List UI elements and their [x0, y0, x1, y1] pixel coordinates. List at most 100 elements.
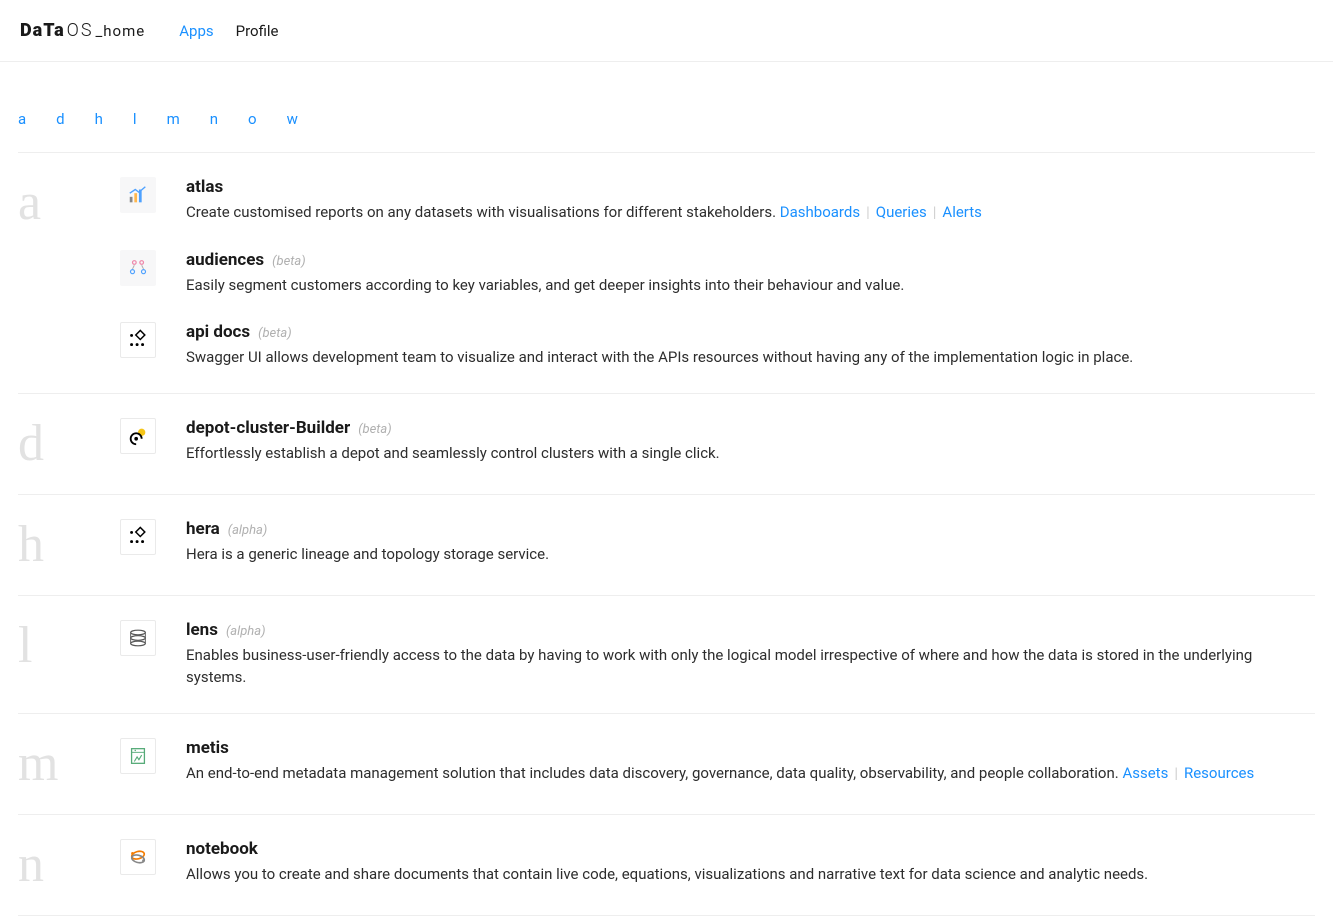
app-title: notebook [186, 839, 258, 859]
app-title: metis [186, 738, 229, 758]
apidocs-icon [120, 322, 156, 358]
section-d: d depot-cluster-Builder (beta) Effortlessly… [18, 394, 1315, 495]
section-apps: depot-cluster-Builder (beta) Effortlessly … [120, 418, 1315, 470]
letter-nav-l[interactable]: l [133, 110, 137, 128]
app-desc-text: Enables business-user-friendly access to… [186, 646, 1252, 687]
app-title: depot-cluster-Builder [186, 418, 350, 438]
section-m: mmetisAn end-to-end metadata management … [18, 714, 1315, 815]
letter-nav: adhlmnow [18, 62, 1315, 153]
app-body: audiences (beta) Easily segment customers … [186, 250, 1315, 297]
app-row-api-docs[interactable]: api docs(beta) Swagger UI allows developm… [120, 322, 1315, 369]
app-desc-text: Allows you to create and share documents… [186, 865, 1148, 883]
depot-icon [120, 418, 156, 454]
logo-thin: OS [67, 20, 94, 41]
app-title-line: api docs(beta) [186, 322, 1315, 342]
app-row-lens[interactable]: lens (alpha) Enables business-user-friendl… [120, 620, 1315, 689]
section-letter: l [18, 620, 120, 689]
link-sep: | [1174, 764, 1178, 782]
app-link-assets[interactable]: Assets [1122, 764, 1168, 782]
section-apps: notebook Allows you to create and share d… [120, 839, 1315, 891]
app-desc: Allows you to create and share documents… [186, 863, 1315, 886]
app-desc: Effortlessly establish a depot and seaml… [186, 442, 1315, 465]
atlas-icon [120, 177, 156, 213]
section-apps: lens (alpha) Enables business-user-friendl… [120, 620, 1315, 689]
section-apps: hera (alpha) Hera is a generic lineage and… [120, 519, 1315, 571]
app-row-hera[interactable]: hera (alpha) Hera is a generic lineage and… [120, 519, 1315, 566]
app-desc: An end-to-end metadata management soluti… [186, 762, 1315, 785]
app-row-depot-cluster-Builder[interactable]: depot-cluster-Builder (beta) Effortlessly … [120, 418, 1315, 465]
app-title: lens [186, 620, 218, 640]
hera-icon [120, 519, 156, 555]
app-tag: (beta) [358, 422, 391, 437]
app-row-atlas[interactable]: atlas Create customised reports on any da… [120, 177, 1315, 224]
link-sep: | [933, 203, 937, 221]
app-title-line: hera (alpha) [186, 519, 1315, 539]
notebook-icon [120, 839, 156, 875]
app-desc-text: Hera is a generic lineage and topology s… [186, 545, 549, 563]
app-links: Assets | Resources [1122, 764, 1254, 782]
app-desc: Easily segment customers according to ke… [186, 274, 1315, 297]
letter-nav-h[interactable]: h [95, 110, 103, 128]
app-link-resources[interactable]: Resources [1184, 764, 1254, 782]
app-body: notebook Allows you to create and share d… [186, 839, 1315, 886]
header: DaTaOS _home Apps Profile [0, 0, 1333, 62]
section-n: nnotebookAllows you to create and share … [18, 815, 1315, 916]
app-body: hera (alpha) Hera is a generic lineage and… [186, 519, 1315, 566]
app-title-line: notebook [186, 839, 1315, 859]
app-desc: Enables business-user-friendly access to… [186, 644, 1315, 689]
app-tag: (beta) [272, 254, 305, 269]
app-desc: Create customised reports on any dataset… [186, 201, 1315, 224]
section-apps: atlas Create customised reports on any da… [120, 177, 1315, 369]
logo-bold: DaTa [20, 20, 65, 41]
app-link-dashboards[interactable]: Dashboards [780, 203, 860, 221]
section-l: l lens (alpha) Enables business-user-friend… [18, 596, 1315, 714]
link-sep: | [866, 203, 870, 221]
top-nav: Apps Profile [179, 22, 278, 40]
app-body: lens (alpha) Enables business-user-friendl… [186, 620, 1315, 689]
app-desc-text: An end-to-end metadata management soluti… [186, 764, 1119, 782]
metis-icon [120, 738, 156, 774]
letter-nav-w[interactable]: w [287, 110, 298, 128]
app-link-queries[interactable]: Queries [876, 203, 927, 221]
section-apps: metis An end-to-end metadata management s… [120, 738, 1315, 790]
app-desc-text: Effortlessly establish a depot and seaml… [186, 444, 720, 462]
app-link-alerts[interactable]: Alerts [942, 203, 982, 221]
app-row-notebook[interactable]: notebook Allows you to create and share d… [120, 839, 1315, 886]
letter-nav-a[interactable]: a [18, 110, 26, 128]
app-desc-text: Easily segment customers according to ke… [186, 276, 904, 294]
app-title-line: atlas [186, 177, 1315, 197]
letter-nav-m[interactable]: m [167, 110, 180, 128]
section-letter: d [18, 418, 120, 470]
app-body: metis An end-to-end metadata management s… [186, 738, 1315, 785]
app-body: depot-cluster-Builder (beta) Effortlessly … [186, 418, 1315, 465]
logo-home: _home [96, 22, 146, 40]
letter-nav-n[interactable]: n [210, 110, 218, 128]
app-desc: Hera is a generic lineage and topology s… [186, 543, 1315, 566]
app-links: Dashboards | Queries | Alerts [780, 203, 982, 221]
app-tag: (alpha) [226, 624, 266, 639]
nav-link-apps[interactable]: Apps [179, 22, 213, 40]
app-title: atlas [186, 177, 223, 197]
app-title-line: lens (alpha) [186, 620, 1315, 640]
app-desc-text: Create customised reports on any dataset… [186, 203, 776, 221]
app-title: audiences [186, 250, 264, 270]
app-body: atlas Create customised reports on any da… [186, 177, 1315, 224]
app-title-line: metis [186, 738, 1315, 758]
app-title-line: depot-cluster-Builder (beta) [186, 418, 1315, 438]
app-desc: Swagger UI allows development team to vi… [186, 346, 1315, 369]
app-title-line: audiences (beta) [186, 250, 1315, 270]
app-body: api docs(beta) Swagger UI allows developm… [186, 322, 1315, 369]
app-row-metis[interactable]: metis An end-to-end metadata management s… [120, 738, 1315, 785]
content: adhlmnow aatlasCreate customised reports… [0, 62, 1333, 916]
app-title: hera [186, 519, 220, 539]
letter-nav-o[interactable]: o [248, 110, 257, 128]
section-a: a atlas Create customised reports on any d… [18, 153, 1315, 394]
section-h: hhera(alpha)Hera is a generic lineage an… [18, 495, 1315, 596]
letter-nav-d[interactable]: d [56, 110, 64, 128]
app-row-audiences[interactable]: audiences (beta) Easily segment customers … [120, 250, 1315, 297]
app-tag: (alpha) [228, 523, 268, 538]
section-letter: a [18, 177, 120, 369]
nav-link-profile[interactable]: Profile [236, 22, 279, 40]
logo[interactable]: DaTaOS _home [20, 20, 145, 41]
audiences-icon [120, 250, 156, 286]
